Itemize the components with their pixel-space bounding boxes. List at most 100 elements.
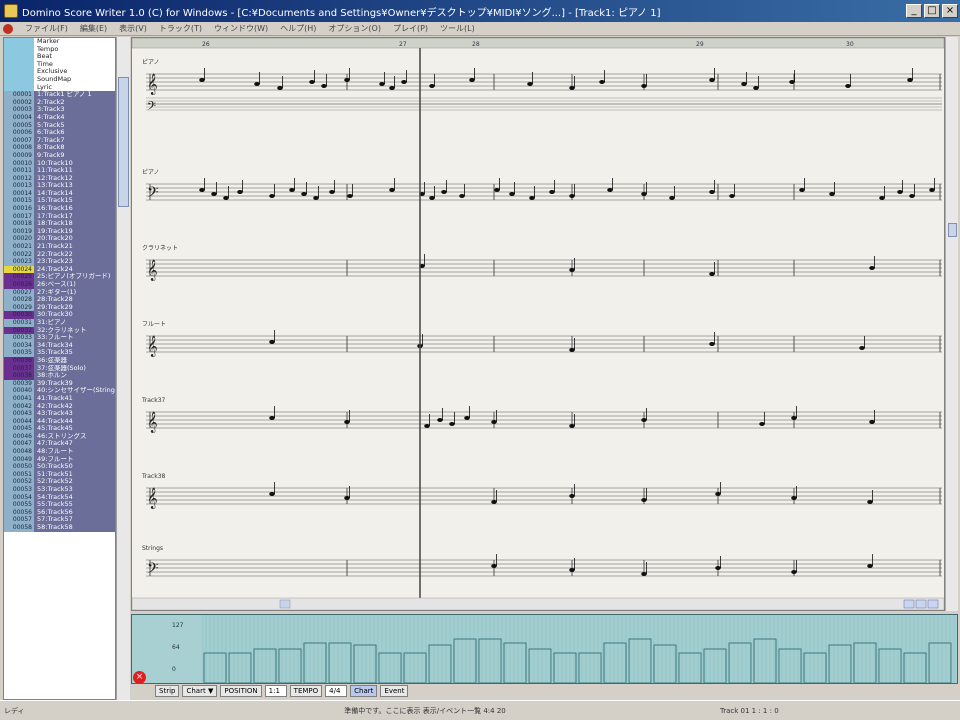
- track-list-special-item[interactable]: Lyric: [4, 83, 115, 92]
- track-list-special-item[interactable]: Marker: [4, 38, 115, 46]
- track-list-item[interactable]: 00013 13:Track13: [4, 182, 115, 190]
- track-list-special-item[interactable]: Exclusive: [4, 68, 115, 76]
- track-list-item[interactable]: 00018 18:Track18: [4, 220, 115, 228]
- track-list-item[interactable]: 00052 52:Track52: [4, 478, 115, 487]
- track-list-item[interactable]: 00034 34:Track34: [4, 341, 115, 350]
- position-field[interactable]: 1:1: [264, 685, 287, 697]
- menu-item[interactable]: オプション(O): [322, 23, 387, 34]
- track-list-item[interactable]: 00008 8:Track8: [4, 144, 115, 152]
- event-button[interactable]: Event: [380, 685, 409, 697]
- track-list-item[interactable]: 00057 57:Track57: [4, 516, 115, 524]
- track-list-item[interactable]: 00047 47:Track47: [4, 440, 115, 449]
- track-list-item[interactable]: 00035 35:Track35: [4, 349, 115, 357]
- zoom-out-button[interactable]: [903, 599, 915, 609]
- track-list-item[interactable]: 00042 42:Track42: [4, 402, 115, 411]
- track-list-special-item[interactable]: Beat: [4, 53, 115, 61]
- track-list-item[interactable]: 00005 5:Track5: [4, 121, 115, 130]
- note-head: [869, 266, 875, 270]
- maximize-button[interactable]: □: [924, 4, 940, 18]
- track-list-item[interactable]: 00050 50:Track50: [4, 463, 115, 471]
- menu-item[interactable]: ヘルプ(H): [274, 23, 322, 34]
- channel-select[interactable]: Chart ▼: [182, 685, 218, 697]
- track-list-item[interactable]: 00041 41:Track41: [4, 394, 115, 403]
- track-list-item[interactable]: 00002 2:Track2: [4, 98, 115, 107]
- menu-item[interactable]: ツール(L): [434, 23, 481, 34]
- track-list-item[interactable]: 00056 56:Track56: [4, 508, 115, 517]
- track-list-special-item[interactable]: SoundMap: [4, 75, 115, 84]
- score-vertical-scrollbar[interactable]: [945, 37, 958, 611]
- track-list-item[interactable]: 00007 7:Track7: [4, 136, 115, 145]
- track-list-item[interactable]: 00055 55:Track55: [4, 501, 115, 509]
- track-list-scroll-thumb[interactable]: [118, 77, 129, 207]
- track-list-item[interactable]: 00043 43:Track43: [4, 410, 115, 418]
- track-list-item[interactable]: 00022 22:Track22: [4, 250, 115, 259]
- track-list-item[interactable]: 00019 19:Track19: [4, 227, 115, 236]
- track-list-item[interactable]: 00033 33:フルート: [4, 334, 115, 342]
- track-list-item[interactable]: 00037 37:弦楽器(Solo): [4, 364, 115, 373]
- track-list-item[interactable]: 00040 40:シンセサイザー(Strings): [4, 387, 115, 395]
- row-number: 00003: [4, 106, 34, 114]
- track-list-item[interactable]: 00051 51:Track51: [4, 470, 115, 479]
- track-list-item[interactable]: 00014 14:Track14: [4, 189, 115, 198]
- track-list-item[interactable]: 00048 48:フルート: [4, 448, 115, 456]
- track-list-item[interactable]: 00017 17:Track17: [4, 212, 115, 221]
- document-icon[interactable]: [3, 23, 13, 34]
- track-list-item[interactable]: 00032 32:クラリネット: [4, 326, 115, 335]
- minimize-button[interactable]: _: [906, 4, 922, 18]
- menu-item[interactable]: プレイ(P): [387, 23, 434, 34]
- track-list-item[interactable]: 00010 10:Track10: [4, 159, 115, 168]
- track-list-item[interactable]: 00039 39:Track39: [4, 379, 115, 388]
- menu-item[interactable]: トラック(T): [153, 23, 208, 34]
- track-list-item[interactable]: 00025 25:ピアノ(オブリガード): [4, 273, 115, 281]
- track-list-item[interactable]: 00016 16:Track16: [4, 205, 115, 213]
- graph-canvas[interactable]: 127 64 0: [132, 615, 957, 683]
- track-list-item[interactable]: 00006 6:Track6: [4, 129, 115, 137]
- tempo-field[interactable]: 4/4: [325, 685, 348, 697]
- chart-button[interactable]: Chart: [350, 685, 378, 697]
- menu-item[interactable]: ウィンドウ(W): [208, 23, 274, 34]
- track-list-item[interactable]: 00030 30:Track30: [4, 311, 115, 319]
- mode-select[interactable]: Strip: [155, 685, 180, 697]
- track-list-item[interactable]: 00015 15:Track15: [4, 197, 115, 206]
- track-list-item[interactable]: 00024 24:Track24: [4, 265, 115, 274]
- track-list-item[interactable]: 00011 11:Track11: [4, 167, 115, 175]
- track-list-item[interactable]: 00053 53:Track53: [4, 486, 115, 494]
- track-list-item[interactable]: 00003 3:Track3: [4, 106, 115, 114]
- track-list-item[interactable]: 00049 49:フルート: [4, 455, 115, 464]
- score-canvas[interactable]: 26 27 28 29 30 ピアノ 𝄞 𝄢 ピアノ 𝄢 クラリネット 𝄞 フルート 𝄞 Track37 𝄞 T…: [132, 38, 944, 610]
- track-list-item[interactable]: 00058 58:Track58: [4, 524, 115, 532]
- track-list-item[interactable]: 00045 45:Track45: [4, 425, 115, 433]
- track-list-item[interactable]: 00027 27:ギター(1): [4, 288, 115, 297]
- track-list-special-item[interactable]: Time: [4, 60, 115, 69]
- track-list-item[interactable]: 00021 21:Track21: [4, 243, 115, 251]
- track-list-item[interactable]: 00001 1:Track1 ピアノ 1: [4, 91, 115, 99]
- track-list-item[interactable]: 00026 26:ベース(1): [4, 281, 115, 289]
- menu-item[interactable]: ファイル(F): [19, 23, 74, 34]
- track-list-item[interactable]: 00031 31:ピアノ: [4, 318, 115, 327]
- score-scroll-thumb[interactable]: [948, 223, 957, 237]
- track-list-item[interactable]: 00044 44:Track44: [4, 417, 115, 426]
- track-list-item[interactable]: 00009 9:Track9: [4, 151, 115, 160]
- note-head: [569, 194, 575, 198]
- track-list-item[interactable]: 00023 23:Track23: [4, 258, 115, 266]
- track-list-item[interactable]: 00004 4:Track4: [4, 113, 115, 122]
- track-list-scrollbar[interactable]: [116, 37, 130, 700]
- zoom-fit-button[interactable]: [927, 599, 939, 609]
- close-button[interactable]: ×: [942, 4, 958, 18]
- track-list-item[interactable]: 00036 36:弦楽器: [4, 356, 115, 365]
- zoom-in-button[interactable]: [915, 599, 927, 609]
- score-view[interactable]: 26 27 28 29 30 ピアノ 𝄞 𝄢 ピアノ 𝄢 クラリネット 𝄞 フルート 𝄞 Track37 𝄞 T…: [131, 37, 945, 611]
- track-list-item[interactable]: 00020 20:Track20: [4, 235, 115, 244]
- stop-icon[interactable]: ×: [133, 671, 146, 684]
- velocity-bar: [303, 642, 327, 683]
- track-list-item[interactable]: 00029 29:Track29: [4, 303, 115, 312]
- track-list-item[interactable]: 00054 54:Track54: [4, 493, 115, 502]
- track-list-item[interactable]: 00012 12:Track12: [4, 174, 115, 183]
- menu-item[interactable]: 表示(V): [113, 23, 153, 34]
- track-list-item[interactable]: 00038 38:ホルン: [4, 372, 115, 380]
- track-list-item[interactable]: 00046 46:ストリングス: [4, 432, 115, 441]
- menu-item[interactable]: 編集(E): [74, 23, 113, 34]
- track-list-item[interactable]: 00028 28:Track28: [4, 296, 115, 304]
- velocity-graph[interactable]: 127 64 0: [131, 614, 958, 684]
- track-list-special-item[interactable]: Tempo: [4, 45, 115, 54]
